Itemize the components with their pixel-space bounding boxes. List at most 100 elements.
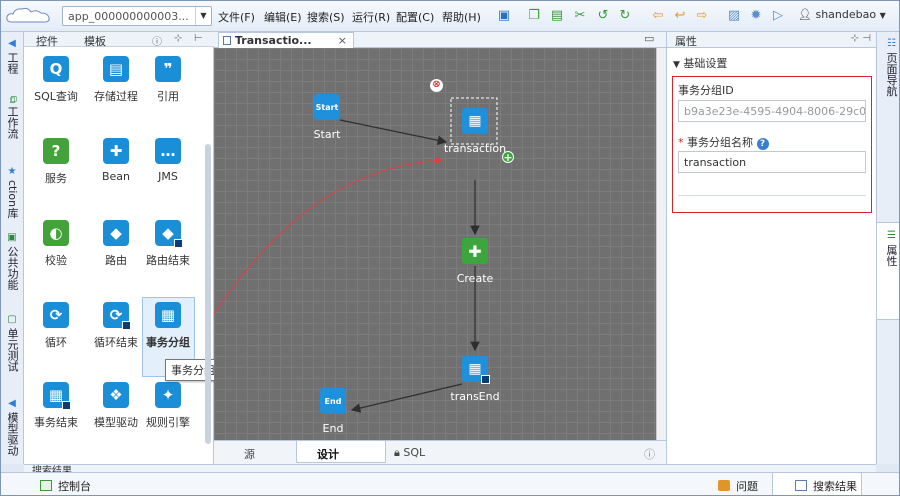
left-tab-action-lib[interactable]: ★ ction库	[2, 166, 22, 232]
component-loop[interactable]: ⟳ 循环	[30, 302, 82, 350]
sql-query-icon: Q	[43, 56, 69, 82]
minimize-icon[interactable]: ⊢	[194, 33, 203, 44]
help-circle-icon[interactable]: ⓘ	[152, 33, 162, 48]
paste-icon[interactable]: ▤	[549, 8, 565, 24]
component-validate[interactable]: ◐ 校验	[30, 220, 82, 268]
help-icon[interactable]: ?	[756, 138, 769, 150]
left-tab-workflow[interactable]: ⧉ 工作流	[2, 96, 22, 152]
section-basic-settings[interactable]: ▼ 基础设置	[673, 55, 727, 71]
component-loop-end[interactable]: ⟳ 循环结束	[90, 302, 142, 350]
right-tab-label: 页面导航	[885, 52, 898, 97]
add-connection-icon[interactable]: +	[502, 151, 514, 164]
node-transaction[interactable]: ▦ transaction	[440, 108, 510, 155]
node-end[interactable]: End End	[313, 388, 353, 435]
menu-search[interactable]: 搜索(S)	[307, 9, 345, 25]
component-route-end[interactable]: ◆ 路由结束	[142, 220, 194, 268]
right-view-strip: ☷ 页面导航 ☰ 属性	[876, 32, 900, 464]
run-icon[interactable]: ▷	[770, 8, 786, 24]
node-transend[interactable]: ▦ transEnd	[446, 356, 504, 403]
tab-sql[interactable]: 🔒︎ SQL	[394, 446, 425, 460]
editor-tab-transaction[interactable]: Transactio... ×	[218, 32, 354, 48]
component-service[interactable]: ? 服务	[30, 138, 82, 186]
right-tab-page-nav[interactable]: ☷ 页面导航	[879, 38, 899, 108]
palette-scrollbar[interactable]	[205, 144, 211, 444]
forward-icon[interactable]: ⇨	[694, 8, 710, 24]
right-tab-label: 属性	[885, 244, 898, 267]
right-tab-properties[interactable]: ☰ 属性	[879, 230, 899, 290]
pin-minimize-icons[interactable]: ⊹ ⊣	[851, 33, 871, 44]
end-marker-icon	[122, 321, 131, 330]
component-label: 服务	[45, 172, 67, 185]
redo-icon[interactable]: ↻	[617, 8, 633, 24]
tab-design[interactable]: 设计	[317, 446, 339, 462]
copy-icon[interactable]: ❐	[526, 8, 542, 24]
menu-config[interactable]: 配置(C)	[396, 9, 434, 25]
component-route[interactable]: ◆ 路由	[90, 220, 142, 268]
tab-controls[interactable]: 控件	[36, 33, 58, 49]
component-label: 引用	[157, 90, 179, 103]
properties-title: 属性	[675, 35, 697, 48]
model-icon: ◀	[6, 398, 18, 409]
help-circle-icon[interactable]: ⓘ	[644, 446, 655, 462]
save-icon[interactable]: ▣	[496, 8, 512, 24]
console-label: 控制台	[58, 480, 91, 493]
nav-icon: ☷	[886, 38, 897, 49]
undo-icon[interactable]: ↺	[595, 8, 611, 24]
search-results-tab[interactable]: 搜索结果	[795, 478, 857, 494]
pin-icon[interactable]: ⊹	[174, 33, 182, 44]
return-icon[interactable]: ↩	[672, 8, 688, 24]
tab-templates[interactable]: 模板	[84, 33, 106, 49]
editor-tab-bar: Transactio... × ▭	[214, 32, 666, 48]
left-tab-project[interactable]: ◀ 工程	[2, 38, 22, 84]
group-name-field[interactable]: transaction	[678, 151, 866, 173]
component-quote[interactable]: ❞ 引用	[142, 56, 194, 104]
cut-icon[interactable]: ✂	[572, 8, 588, 24]
left-tab-model-driven[interactable]: ◀ 模型驱动	[2, 398, 22, 464]
menu-file[interactable]: 文件(F)	[218, 9, 255, 25]
cloud-logo-icon[interactable]	[4, 5, 54, 25]
connection-start-transaction[interactable]	[339, 119, 448, 145]
flow-canvas[interactable]: Start Start ▦ transaction ⊗ + ✚ Create ▦…	[214, 48, 656, 440]
console-tab[interactable]: 控制台	[40, 478, 91, 494]
left-tab-unit-test[interactable]: ▢ 单元测试	[2, 314, 22, 380]
back-icon[interactable]: ⇦	[650, 8, 666, 24]
menu-help[interactable]: 帮助(H)	[442, 9, 481, 25]
editor-tab-title: Transactio...	[235, 34, 312, 47]
transaction-end-glyph: ▦	[468, 361, 482, 377]
image-icon[interactable]: ▨	[726, 8, 742, 24]
end-node-icon: End	[320, 388, 346, 414]
main-toolbar: app_000000000003... ▼ 文件(F) 编辑(E) 搜索(S) …	[0, 0, 900, 32]
project-select[interactable]: app_000000000003... ▼	[62, 6, 212, 26]
component-rule-engine[interactable]: ✦ 规则引擎	[142, 382, 194, 430]
group-id-field[interactable]: b9a3e23e-4595-4904-8006-29c0ca	[678, 100, 866, 122]
left-tab-public[interactable]: ▣ 公共功能	[2, 232, 22, 296]
node-create[interactable]: ✚ Create	[455, 238, 495, 285]
component-bean[interactable]: ✚ Bean	[90, 138, 142, 183]
problems-label: 问题	[736, 480, 758, 493]
canvas-scrollbar[interactable]	[656, 48, 666, 440]
problems-tab[interactable]: 问题	[718, 478, 758, 494]
component-sql-query[interactable]: Q SQL查询	[30, 56, 82, 104]
close-icon[interactable]: ×	[338, 34, 347, 47]
component-stored-procedure[interactable]: ▤ 存储过程	[90, 56, 142, 104]
component-palette: 控件 模板 ⓘ ⊹ ⊢ Q SQL查询 ▤ 存储过程 ❞ 引用 ? 服务 ✚ Bean … JMS ◐ 校…	[24, 32, 221, 464]
component-transaction-end[interactable]: ▦ 事务结束	[30, 382, 82, 430]
star-icon: ★	[6, 166, 18, 177]
tab-source[interactable]: 源	[244, 446, 255, 462]
delete-node-icon[interactable]: ⊗	[430, 79, 443, 92]
menu-edit[interactable]: 编辑(E)	[264, 9, 302, 25]
component-model-driven[interactable]: ❖ 模型驱动	[90, 382, 142, 430]
left-tab-label: 公共功能	[6, 246, 19, 290]
search-results-panel-header: 搜索结果	[24, 464, 876, 472]
component-label: 规则引擎	[146, 416, 190, 429]
user-menu[interactable]: 👤︎ shandebao ▼	[798, 8, 886, 21]
bug-icon[interactable]: ✹	[748, 8, 764, 24]
node-start[interactable]: Start Start	[307, 94, 347, 141]
component-jms[interactable]: … JMS	[142, 138, 194, 183]
connections-layer	[214, 97, 498, 413]
menu-run[interactable]: 运行(R)	[352, 9, 390, 25]
search-results-label: 搜索结果	[813, 480, 857, 493]
component-transaction-group[interactable]: ▦ 事务分组	[142, 302, 194, 350]
left-tab-label: 工程	[6, 52, 19, 74]
maximize-icon[interactable]: ▭	[644, 32, 654, 45]
